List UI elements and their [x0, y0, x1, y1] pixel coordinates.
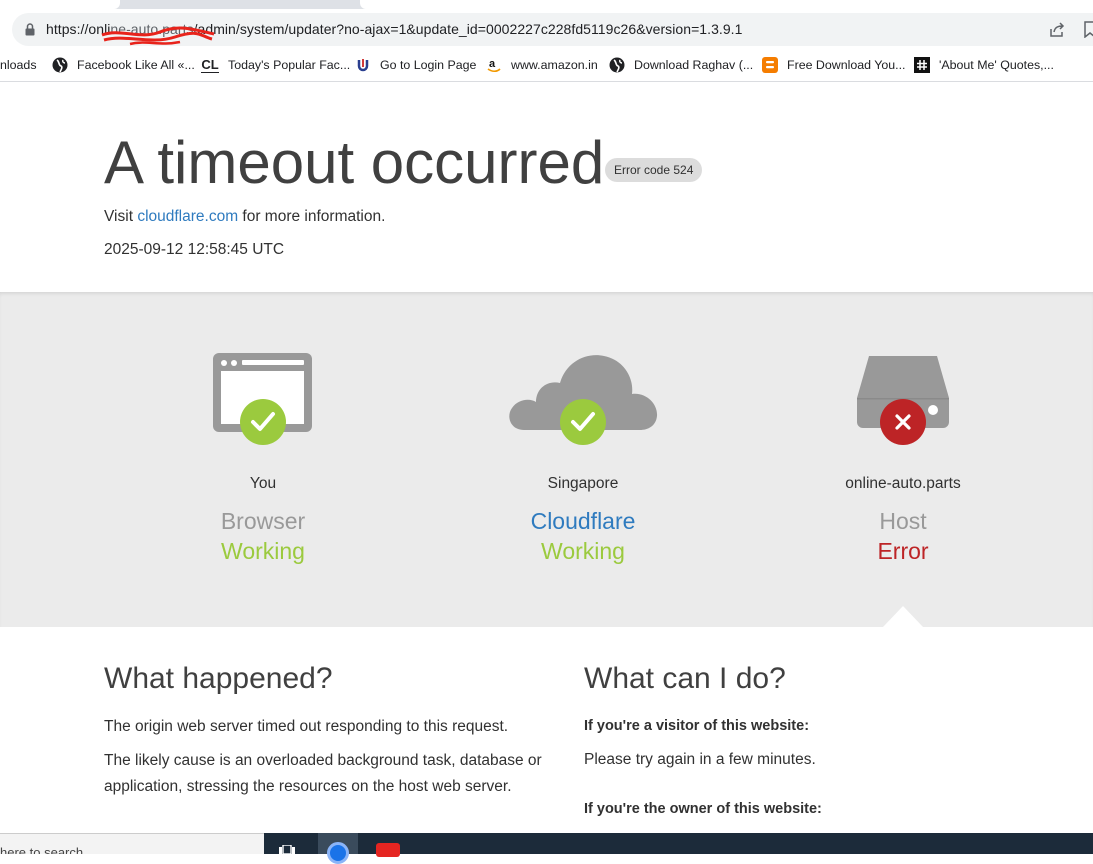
yandex-music-icon[interactable]: [376, 843, 400, 857]
cloudflare-link[interactable]: cloudflare.com: [137, 208, 238, 225]
bookmark-label: Go to Login Page: [380, 58, 477, 72]
visitor-heading: If you're a visitor of this website:: [584, 718, 810, 734]
chrome-icon[interactable]: [318, 833, 358, 864]
status-state: Working: [221, 538, 305, 564]
url-text[interactable]: https://online-auto.parts/admin/system/u…: [46, 21, 742, 37]
taskbar-search-box[interactable]: here to search: [0, 833, 264, 854]
u-logo-icon: [355, 57, 371, 73]
status-role: Host: [879, 508, 927, 534]
url-path: /admin/system/updater?no-ajax=1&update_i…: [193, 21, 743, 37]
bookmark-item[interactable]: 'About Me' Quotes,...: [914, 56, 1054, 74]
what-happened-text-1: The origin web server timed out respondi…: [104, 718, 509, 735]
owner-heading: If you're the owner of this website:: [584, 801, 822, 817]
error-code-badge: Error code 524: [605, 158, 703, 182]
browser-toolbar: https://online-auto.parts/admin/system/u…: [0, 9, 1093, 49]
bookmark-label: 'About Me' Quotes,...: [939, 58, 1054, 72]
bookmark-item[interactable]: Facebook Like All «...: [52, 56, 195, 74]
bookmark-label: Download Raghav (...: [634, 58, 754, 72]
what-can-i-do-heading: What can I do?: [584, 662, 786, 695]
taskbar: here to search: [0, 833, 1093, 864]
cloud-icon: [509, 355, 658, 445]
lock-icon[interactable]: [25, 23, 35, 36]
share-icon[interactable]: [1048, 21, 1066, 39]
server-drive-icon: [857, 356, 949, 445]
globe-icon: [52, 57, 68, 73]
visit-suffix: for more information.: [238, 208, 386, 225]
address-bar[interactable]: https://online-auto.parts/admin/system/u…: [12, 13, 1093, 46]
browser-window-icon: [213, 353, 312, 445]
what-happened-text-2: The likely cause is an overloaded backgr…: [104, 752, 542, 795]
task-view-icon[interactable]: [279, 845, 295, 854]
visit-line: Visit cloudflare.com for more informatio…: [104, 208, 385, 226]
bookmark-label: nloads: [0, 58, 37, 72]
bookmark-item[interactable]: CL Today's Popular Fac...: [201, 56, 350, 74]
tab-strip: [0, 0, 1093, 9]
cl-logo-icon: CL: [201, 57, 219, 73]
bookmark-label: Today's Popular Fac...: [228, 58, 351, 72]
url-host-redacted: ne-auto.parts: [110, 21, 194, 37]
url-scheme: https://onli: [46, 21, 111, 37]
status-location: Singapore: [547, 475, 619, 492]
svg-text:a: a: [489, 58, 496, 70]
error-timestamp: 2025-09-12 12:58:45 UTC: [104, 241, 285, 258]
what-happened-heading: What happened?: [104, 662, 333, 695]
bookmarks-bar: nloads Facebook Like All «... CL Today's…: [0, 49, 1093, 82]
chrome-logo: [327, 842, 349, 864]
status-role: Browser: [220, 508, 306, 534]
status-location: online-auto.parts: [845, 475, 961, 492]
amazon-icon: a: [486, 57, 502, 73]
bookmark-label: Free Download You...: [787, 58, 906, 72]
host-pointer-notch: [883, 606, 923, 627]
bookmark-star-icon[interactable]: [1083, 21, 1093, 38]
bookmark-item[interactable]: Go to Login Page: [355, 56, 476, 74]
bookmark-item[interactable]: a www.amazon.in: [486, 56, 598, 74]
blogger-icon: [762, 57, 778, 73]
status-state: Error: [877, 538, 929, 564]
bookmark-item[interactable]: nloads: [0, 56, 37, 74]
taskbar-search-placeholder: here to search: [0, 845, 84, 854]
page-title: A timeout occurred: [104, 129, 605, 196]
bookmark-item[interactable]: Download Raghav (...: [609, 56, 753, 74]
status-location: You: [249, 475, 277, 492]
browser-tab[interactable]: [360, 0, 1093, 9]
status-state: Working: [541, 538, 625, 564]
bookmark-label: www.amazon.in: [511, 58, 598, 72]
status-band: You Browser Working Singapore Cloudflare…: [0, 292, 1093, 627]
browser-tab[interactable]: [0, 0, 120, 9]
bookmark-item[interactable]: Free Download You...: [762, 56, 905, 74]
globe-icon: [609, 57, 625, 73]
hashtag-icon: [914, 57, 930, 73]
bookmark-label: Facebook Like All «...: [77, 58, 195, 72]
status-role: Cloudflare: [530, 508, 636, 534]
visit-prefix: Visit: [104, 208, 138, 225]
visitor-text: Please try again in a few minutes.: [584, 751, 816, 768]
